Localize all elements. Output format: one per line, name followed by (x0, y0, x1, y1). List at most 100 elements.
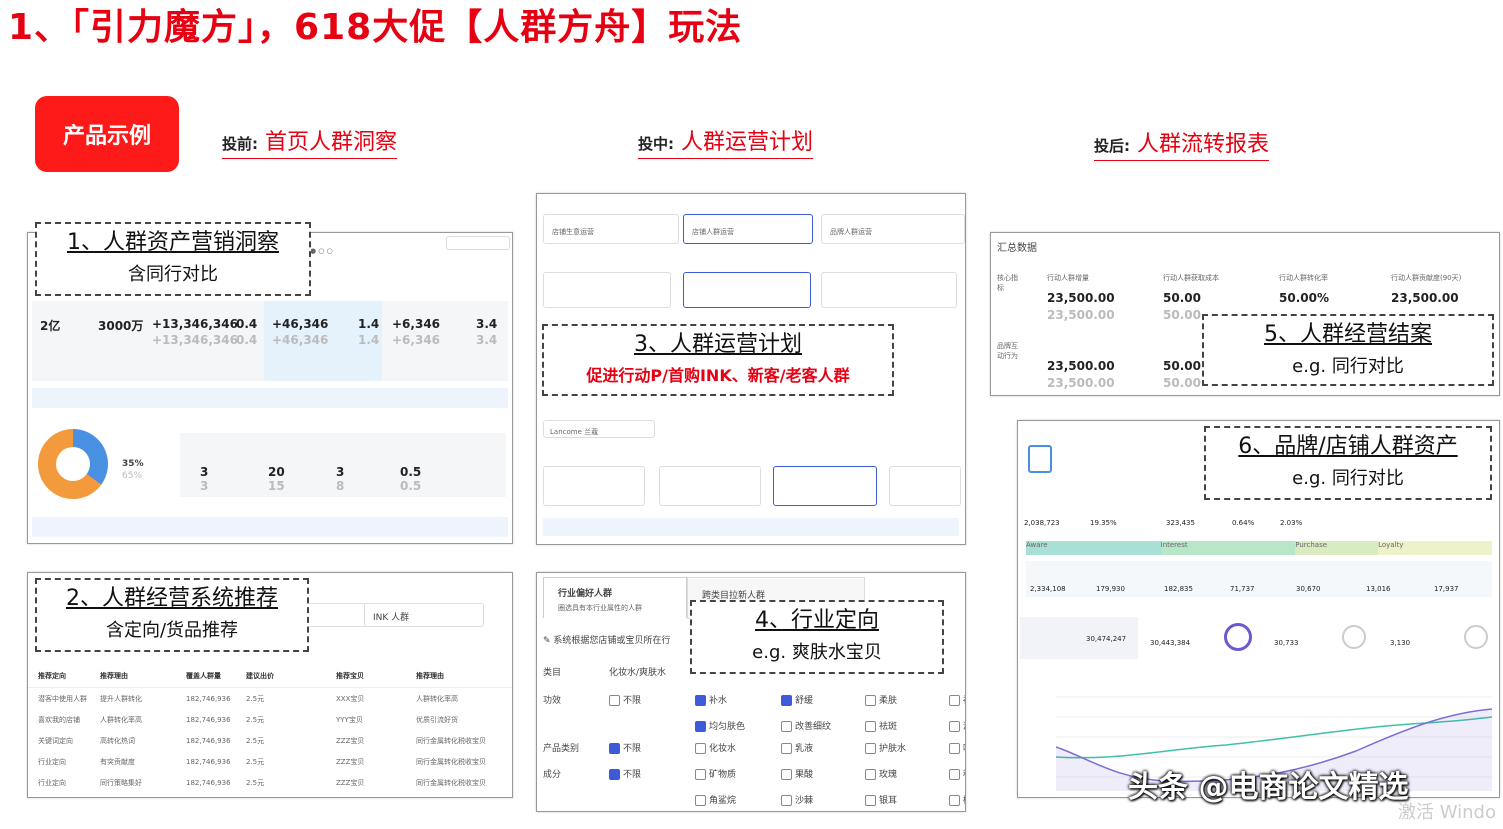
col-header: 行动人群增量 (1047, 274, 1089, 282)
checkbox-icon[interactable] (949, 769, 960, 780)
filter-option[interactable]: 柔肤 (865, 693, 897, 706)
funnel-stage: Purchase (1295, 541, 1379, 555)
filter-option[interactable]: 舒缓 (781, 693, 813, 706)
filter-option[interactable]: 祛斑 (865, 719, 897, 732)
summary-compare: 23,500.00 (1047, 376, 1115, 390)
funnel-stage: Aware (1026, 541, 1161, 555)
clipboard-icon (1028, 445, 1052, 473)
table-cell: 行业定向 (38, 757, 66, 766)
strategy-card[interactable] (821, 272, 957, 308)
checkbox-icon[interactable] (781, 769, 792, 780)
filter-option[interactable]: 护肤水 (865, 741, 906, 754)
filter-option-label: 舒缓 (795, 696, 814, 706)
checkbox-checked-icon[interactable] (609, 743, 620, 754)
checkbox-icon[interactable] (865, 743, 876, 754)
filter-option[interactable]: 积雪草 (949, 767, 965, 780)
filter-option-label: 改善细纹 (795, 722, 832, 732)
table-cell: YYY宝贝 (336, 715, 363, 724)
summary-value: 50.00 (1163, 359, 1201, 373)
filter-option[interactable]: 改善细纹 (781, 719, 831, 732)
filter-option[interactable]: 淡化红 (949, 719, 965, 732)
filter-option-label: 不限 (623, 696, 642, 706)
funnel-number: 182,835 (1164, 585, 1193, 593)
filter-option[interactable]: 不限 (609, 693, 641, 706)
stat-value: 0.4 (236, 317, 258, 331)
asset-card-value: 30,443,384 (1150, 639, 1191, 647)
table-cell: 行业定向 (38, 778, 66, 787)
filter-row: 角鲨烷 沙棘 银耳 樱花 (537, 789, 965, 811)
checkbox-icon[interactable] (865, 721, 876, 732)
table-row: 关键词定向 高转化热词 182,746,936 2.5元 ZZZ宝贝 同行金属转化税收宝贝 (28, 730, 512, 751)
filter-option[interactable]: 补水 (695, 693, 727, 706)
tip-bar (543, 518, 959, 536)
crowd-card[interactable] (659, 466, 761, 506)
stat-value: 1.4 (358, 317, 380, 331)
callout-sub: e.g. 同行对比 (1292, 468, 1404, 489)
filter-option[interactable]: 祛痘 (949, 693, 965, 706)
checkbox-icon[interactable] (949, 743, 960, 754)
filter-option[interactable]: 玫瑰 (865, 767, 897, 780)
table-cell: 同行金属转化税收宝贝 (416, 757, 486, 766)
filter-option-label: 补水 (709, 696, 728, 706)
plan-option[interactable]: 店铺生意运营 (543, 214, 679, 244)
strategy-card-selected[interactable] (683, 272, 811, 308)
funnel-stage: Interest (1160, 541, 1296, 555)
filter-option-label: 不限 (623, 744, 642, 754)
plan-option[interactable]: 品牌人群运营 (821, 214, 965, 244)
strategy-card[interactable] (543, 272, 671, 308)
stat-value: 3.4 (476, 317, 498, 331)
filter-option[interactable]: 沙棘 (781, 793, 813, 806)
filter-option[interactable]: 啫喱 (949, 741, 965, 754)
checkbox-icon[interactable] (865, 695, 876, 706)
filter-option[interactable]: 果酸 (781, 767, 813, 780)
table-cell: 182,746,936 (186, 736, 231, 745)
tab-industry-sub: 圈选具有本行业属性的人群 (558, 604, 642, 612)
filter-option[interactable]: 不限 (609, 767, 641, 780)
crowd-card[interactable] (889, 466, 961, 506)
stat-value: +46,346 (272, 317, 329, 331)
filter-option[interactable]: 银耳 (865, 793, 897, 806)
slide-title: 1、「引力魔方」，618大促【人群方舟】玩法 (8, 7, 743, 48)
filter-option[interactable]: 均匀肤色 (695, 719, 745, 732)
filter-option[interactable]: 矿物质 (695, 767, 736, 780)
checkbox-checked-icon[interactable] (781, 695, 792, 706)
tab-industry[interactable]: 行业偏好人群 圈选具有本行业属性的人群 (543, 577, 687, 618)
checkbox-icon[interactable] (781, 795, 792, 806)
checkbox-icon[interactable] (865, 795, 876, 806)
filter-grid: 功效不限补水舒缓柔肤祛痘均匀肤色改善细纹祛斑淡化红产品类别不限化妆水乳液护肤水啫… (537, 689, 965, 811)
asset-card: 30,443,384 (1144, 621, 1262, 661)
checkbox-checked-icon[interactable] (695, 721, 706, 732)
checkbox-icon[interactable] (781, 743, 792, 754)
phase-post-title: 人群流转报表 (1137, 132, 1270, 157)
checkbox-icon[interactable] (781, 721, 792, 732)
plan-option-selected[interactable]: 店铺人群运营 (683, 214, 813, 244)
checkbox-checked-icon[interactable] (609, 769, 620, 780)
checkbox-checked-icon[interactable] (695, 695, 706, 706)
filter-option-label: 积雪草 (963, 770, 965, 780)
ring-gauge (1224, 623, 1252, 651)
checkbox-icon[interactable] (695, 769, 706, 780)
crowd-card[interactable] (543, 466, 645, 506)
filter-option[interactable]: 化妆水 (695, 741, 736, 754)
checkbox-icon[interactable] (865, 769, 876, 780)
checkbox-icon[interactable] (949, 795, 960, 806)
date-range-select[interactable] (446, 236, 510, 250)
stat-compare: +46,346 (272, 333, 329, 347)
checkbox-icon[interactable] (949, 695, 960, 706)
checkbox-icon[interactable] (609, 695, 620, 706)
filter-option-label: 矿物质 (709, 770, 737, 780)
asset-card-value: 30,733 (1274, 639, 1299, 647)
filter-option[interactable]: 樱花 (949, 793, 965, 806)
stat-compare: 3.4 (476, 333, 498, 347)
checkbox-icon[interactable] (949, 721, 960, 732)
filter-option[interactable]: 角鲨烷 (695, 793, 736, 806)
checkbox-icon[interactable] (695, 743, 706, 754)
checkbox-icon[interactable] (695, 795, 706, 806)
summary-value: 50.00% (1279, 291, 1329, 305)
crowd-card-selected[interactable] (773, 466, 877, 506)
tab-ink[interactable]: INK 人群 (364, 603, 484, 627)
filter-option[interactable]: 乳液 (781, 741, 813, 754)
summary-compare: 23,500.00 (1047, 308, 1115, 322)
brand-select[interactable]: Lancome 兰蔻 (543, 420, 655, 438)
filter-option[interactable]: 不限 (609, 741, 641, 754)
